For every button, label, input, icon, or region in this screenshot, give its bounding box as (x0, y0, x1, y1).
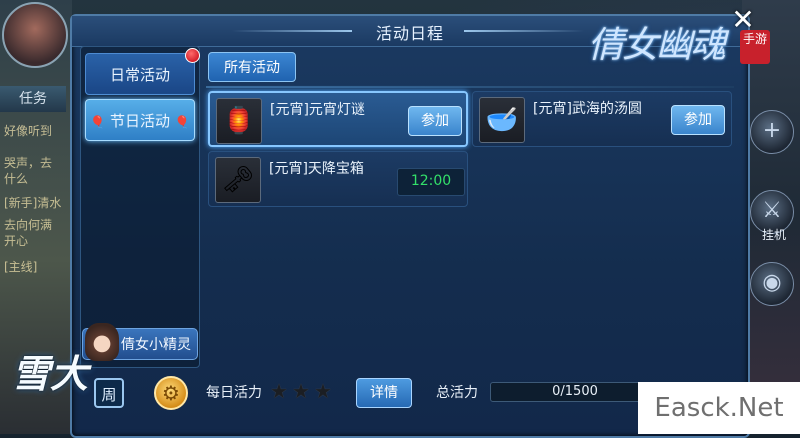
quest-text-5: 去向何满 (4, 218, 53, 232)
total-vitality-label: 总活力 (436, 385, 478, 401)
join-button[interactable]: 参加 (408, 106, 462, 136)
star-icon: ★ (314, 379, 332, 403)
add-icon[interactable]: + (750, 110, 794, 154)
auto-battle-label: 挂机 (762, 228, 787, 242)
title-ornament-right (464, 30, 584, 32)
quest-text-3: 什么 (4, 172, 29, 186)
activity-card[interactable]: 🗝 [元宵]天降宝箱 12:00 (208, 151, 468, 207)
logo-text: 倩女幽魂 (588, 25, 726, 66)
activity-card[interactable]: 🥣 [元宵]武海的汤圆 参加 (472, 91, 732, 147)
category-festival-label: 节日活动 (109, 112, 170, 130)
player-avatar[interactable] (2, 2, 68, 68)
quest-text-4: [新手]清水 (4, 196, 62, 210)
logo-seal: 手游 (740, 30, 770, 64)
details-button[interactable]: 详情 (356, 378, 412, 408)
activity-name: [元宵]天降宝箱 (269, 161, 364, 177)
fairy-helper-label: 倩女小精灵 (121, 337, 191, 353)
daily-vitality-label: 每日活力 (206, 385, 262, 401)
category-festival-button[interactable]: 🎈 节日活动 🎈 (85, 99, 195, 141)
join-button[interactable]: 参加 (671, 105, 725, 135)
lantern-icon: 🏮 (216, 98, 262, 144)
category-daily-button[interactable]: 日常活动 (85, 48, 200, 95)
star-icon: ★ (270, 379, 288, 403)
activity-name: [元宵]武海的汤圆 (533, 101, 642, 117)
category-daily-label: 日常活动 (109, 66, 170, 84)
tab-divider (206, 86, 734, 88)
category-list: 日常活动 🎈 节日活动 🎈 (80, 46, 200, 368)
star-icon: ★ (292, 379, 310, 403)
balloon-icon: 🎈 (90, 114, 106, 129)
quest-text-2: 哭声，去 (4, 156, 53, 170)
balloon-icon: 🎈 (174, 114, 190, 129)
activity-card[interactable]: 🏮 [元宵]元宵灯谜 参加 (208, 91, 468, 147)
vitality-stars: ★ ★ ★ (270, 380, 344, 402)
start-time-label: 12:00 (397, 168, 465, 196)
game-logo: 倩女幽魂 手游 (588, 24, 778, 76)
activity-name: [元宵]元宵灯谜 (270, 102, 365, 118)
weekly-calendar-icon[interactable]: 周 (94, 378, 124, 408)
skill-icon[interactable]: ◉ (750, 262, 794, 306)
corner-logo: 雪大 (12, 351, 89, 396)
tangyuan-bowl-icon: 🥣 (479, 97, 525, 143)
gear-icon[interactable]: ⚙ (154, 376, 188, 410)
quest-text-6: 开心 (4, 234, 29, 248)
progress-text: 0/1500 (552, 384, 598, 399)
vitality-progress-bar: 0/1500 (490, 382, 660, 402)
tab-all-activities[interactable]: 所有活动 (208, 52, 296, 82)
watermark: Easck.Net (638, 382, 800, 434)
fairy-avatar-icon (85, 323, 119, 361)
fairy-helper-button[interactable]: 倩女小精灵 (82, 323, 198, 361)
notification-badge (185, 48, 200, 63)
golden-key-icon: 🗝 (215, 157, 261, 203)
task-tab[interactable]: 任务 (0, 86, 66, 112)
quest-text-1: 好像听到 (4, 124, 53, 138)
quest-text-7: [主线] (4, 260, 38, 274)
